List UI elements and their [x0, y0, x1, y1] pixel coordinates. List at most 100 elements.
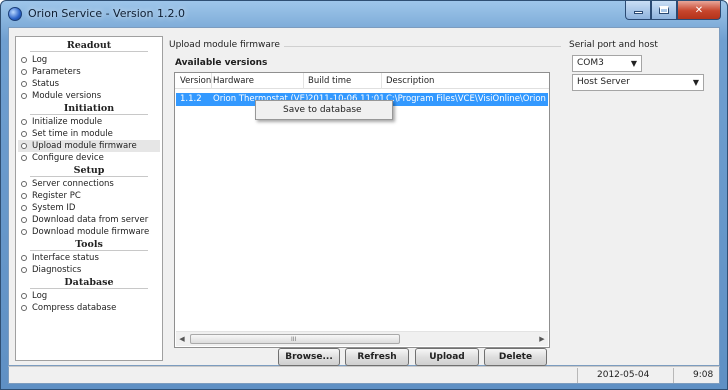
- sidebar-item-label: Download data from server: [32, 215, 149, 225]
- column-divider[interactable]: [381, 73, 382, 89]
- bullet-icon: [21, 57, 27, 63]
- sidebar-item-register-pc[interactable]: Register PC: [18, 190, 160, 202]
- available-versions-label: Available versions: [175, 58, 268, 68]
- sidebar-item-label: Status: [32, 79, 60, 89]
- bullet-icon: [21, 193, 27, 199]
- sidebar-item-system-id[interactable]: System ID: [18, 202, 160, 214]
- close-icon: ✕: [694, 4, 704, 16]
- sidebar-item-configure-device[interactable]: Configure device: [18, 152, 160, 164]
- sidebar-item-label: Module versions: [32, 91, 102, 101]
- menu-item-save-to-database[interactable]: Save to database: [283, 105, 362, 115]
- sidebar-item-label: Log: [32, 291, 48, 301]
- upload-button[interactable]: Upload: [415, 348, 479, 366]
- sidebar-item-label: Download module firmware: [32, 227, 150, 237]
- sidebar-item-label: Compress database: [32, 303, 117, 313]
- horizontal-scrollbar[interactable]: ◀ III ▶: [176, 331, 548, 346]
- host-value: Host Server: [577, 77, 630, 87]
- column-header-build-time[interactable]: Build time: [308, 76, 351, 86]
- bullet-icon: [21, 69, 27, 75]
- com-port-select[interactable]: COM3 ▼: [572, 55, 642, 72]
- status-divider: [673, 368, 674, 383]
- bullet-icon: [21, 255, 27, 261]
- section-header-setup: Setup: [16, 165, 162, 177]
- scroll-left-icon[interactable]: ◀: [177, 335, 187, 343]
- bullet-icon: [21, 181, 27, 187]
- section-header-database: Database: [16, 277, 162, 289]
- bullet-icon: [21, 131, 27, 137]
- maximize-button[interactable]: [651, 1, 677, 20]
- minimize-icon: [633, 11, 643, 14]
- cell-version: 1.1.2: [180, 94, 202, 104]
- sidebar-item-download-firmware[interactable]: Download module firmware: [18, 226, 160, 238]
- bullet-icon: [21, 143, 27, 149]
- group-title-upload: Upload module firmware: [169, 40, 284, 50]
- sidebar-item-label: System ID: [32, 203, 76, 213]
- sidebar-item-interface-status[interactable]: Interface status: [18, 252, 160, 264]
- list-header: Version Hardware Build time Description: [175, 73, 549, 89]
- column-divider[interactable]: [303, 73, 304, 89]
- bullet-icon: [21, 205, 27, 211]
- column-header-version[interactable]: Version: [180, 76, 211, 86]
- sidebar-item-status[interactable]: Status: [18, 78, 160, 90]
- sidebar-item-label: Interface status: [32, 253, 99, 263]
- grip-icon: III: [291, 336, 297, 343]
- scroll-right-icon[interactable]: ▶: [537, 335, 547, 343]
- bullet-icon: [21, 81, 27, 87]
- column-header-description[interactable]: Description: [386, 76, 434, 86]
- sidebar-item-label: Parameters: [32, 67, 81, 77]
- bullet-icon: [21, 293, 27, 299]
- host-select[interactable]: Host Server ▼: [572, 74, 704, 91]
- sidebar-item-label: Configure device: [32, 153, 104, 163]
- title-bar[interactable]: Orion Service - Version 1.2.0 ✕: [1, 1, 727, 27]
- app-window: Orion Service - Version 1.2.0 ✕ Readout …: [0, 0, 728, 390]
- sidebar-item-parameters[interactable]: Parameters: [18, 66, 160, 78]
- sidebar-item-module-versions[interactable]: Module versions: [18, 90, 160, 102]
- sidebar-item-download-data[interactable]: Download data from server: [18, 214, 160, 226]
- sidebar-item-label: Initialize module: [32, 117, 103, 127]
- status-date: 2012-05-04: [597, 370, 650, 380]
- client-area: Readout Log Parameters Status Module ver…: [8, 27, 720, 366]
- caption-buttons: ✕: [625, 1, 721, 21]
- sidebar-item-server-connections[interactable]: Server connections: [18, 178, 160, 190]
- close-button[interactable]: ✕: [677, 1, 721, 20]
- sidebar-item-diagnostics[interactable]: Diagnostics: [18, 264, 160, 276]
- group-title-serial: Serial port and host: [569, 40, 662, 50]
- bullet-icon: [21, 119, 27, 125]
- bullet-icon: [21, 93, 27, 99]
- app-icon: [8, 7, 22, 21]
- cell-description: C:\Program Files\VCE\VisiOnline\Orion EM…: [386, 94, 548, 104]
- delete-button[interactable]: Delete: [484, 348, 547, 366]
- chevron-down-icon: ▼: [692, 78, 699, 87]
- column-divider[interactable]: [211, 73, 212, 89]
- bullet-icon: [21, 217, 27, 223]
- chevron-down-icon: ▼: [630, 59, 637, 68]
- sidebar-item-initialize-module[interactable]: Initialize module: [18, 116, 160, 128]
- bullet-icon: [21, 155, 27, 161]
- sidebar-item-label: Log: [32, 55, 48, 65]
- bullet-icon: [21, 267, 27, 273]
- section-header-tools: Tools: [16, 239, 162, 251]
- sidebar-item-log[interactable]: Log: [18, 54, 160, 66]
- minimize-button[interactable]: [625, 1, 651, 20]
- com-port-value: COM3: [577, 58, 604, 68]
- maximize-icon: [659, 6, 669, 14]
- sidebar-item-set-time[interactable]: Set time in module: [18, 128, 160, 140]
- sidebar: Readout Log Parameters Status Module ver…: [15, 36, 163, 361]
- sidebar-item-compress-database[interactable]: Compress database: [18, 302, 160, 314]
- bullet-icon: [21, 229, 27, 235]
- bullet-icon: [21, 305, 27, 311]
- column-header-hardware[interactable]: Hardware: [213, 76, 254, 86]
- browse-button[interactable]: Browse...: [278, 348, 340, 366]
- sidebar-item-label: Upload module firmware: [32, 141, 137, 151]
- section-header-readout: Readout: [16, 40, 162, 52]
- window-title: Orion Service - Version 1.2.0: [28, 7, 185, 20]
- status-time: 9:08: [693, 370, 714, 380]
- sidebar-item-db-log[interactable]: Log: [18, 290, 160, 302]
- status-divider: [577, 368, 578, 383]
- scrollbar-thumb[interactable]: III: [190, 334, 400, 344]
- sidebar-item-upload-firmware[interactable]: Upload module firmware: [18, 140, 160, 152]
- context-menu: Save to database: [255, 100, 393, 120]
- refresh-button[interactable]: Refresh: [345, 348, 409, 366]
- sidebar-item-label: Set time in module: [32, 129, 113, 139]
- sidebar-item-label: Register PC: [32, 191, 81, 201]
